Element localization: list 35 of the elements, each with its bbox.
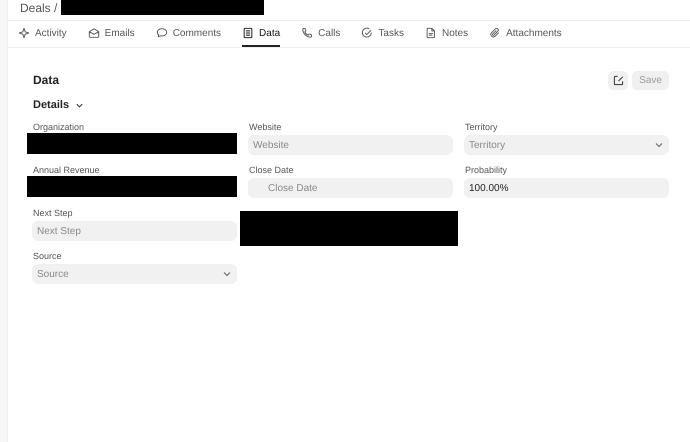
envelope-icon <box>88 27 100 39</box>
tab[interactable]: Data <box>242 21 280 47</box>
note-icon <box>424 27 437 39</box>
phone-icon <box>301 27 314 39</box>
paperclip-icon <box>489 27 502 39</box>
breadcrumb[interactable]: Deals / <box>20 1 58 15</box>
field-label: Close Date <box>249 165 295 177</box>
chevron-icon <box>654 140 664 150</box>
tab[interactable]: Tasks <box>361 21 404 47</box>
input-field[interactable]: Website <box>248 135 453 155</box>
field-label: Next Step <box>33 208 74 220</box>
section-header[interactable]: Details <box>33 97 669 113</box>
field-label: Annual Revenue <box>33 165 101 177</box>
document-icon <box>242 27 254 39</box>
speech-bubble-icon <box>156 27 168 39</box>
date-field[interactable]: Close Date <box>248 178 453 198</box>
field-label: Source <box>33 251 63 263</box>
field-label: Probability <box>465 165 508 177</box>
edit-button[interactable] <box>608 70 628 90</box>
tab[interactable]: Notes <box>424 21 468 47</box>
input-field[interactable]: 100.00% <box>464 178 669 198</box>
input-field[interactable]: Next Step <box>32 221 237 241</box>
tab[interactable]: Activity <box>18 21 67 47</box>
tab[interactable]: Calls <box>301 21 340 47</box>
field-label: Website <box>249 122 282 134</box>
panel-title: Data <box>33 73 60 87</box>
tab[interactable]: Attachments <box>489 21 562 47</box>
chevron-icon <box>222 269 232 279</box>
sparkle-icon <box>18 27 30 39</box>
check-circle-icon <box>361 27 374 39</box>
edit-icon <box>612 74 624 86</box>
field-label: Territory <box>465 122 499 134</box>
tab[interactable]: Comments <box>156 21 222 47</box>
field-label: Organization <box>33 122 86 134</box>
tab[interactable]: Emails <box>88 21 135 47</box>
